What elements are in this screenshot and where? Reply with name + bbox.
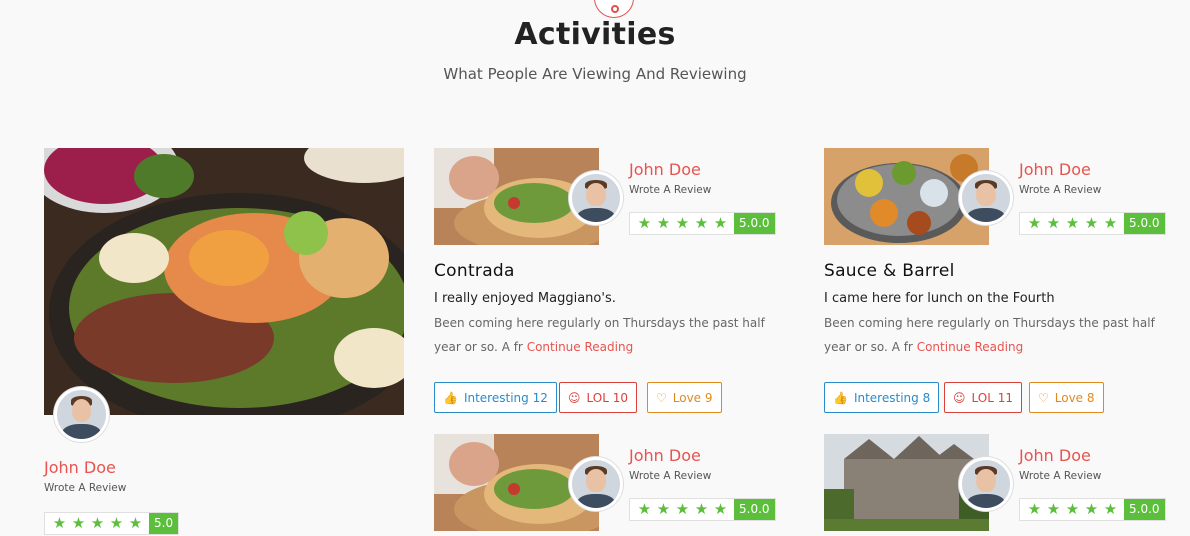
lol-label: LOL 11: [971, 390, 1013, 405]
star-icon: ★: [1084, 214, 1099, 232]
card-quote: I came here for lunch on the Fourth: [824, 291, 1055, 306]
star-icon: ★: [1103, 500, 1118, 518]
card-title[interactable]: Contrada: [434, 261, 515, 281]
star-icon: ★: [1065, 214, 1080, 232]
card-user-name[interactable]: John Doe: [1019, 160, 1091, 179]
star-icon: ★: [675, 214, 690, 232]
heart-icon: ♡: [1038, 390, 1049, 405]
featured-action-text: Wrote A Review: [44, 482, 127, 494]
star-icon: ★: [713, 214, 728, 232]
card-action-text: Wrote A Review: [1019, 184, 1102, 196]
love-label: Love 8: [1054, 390, 1095, 405]
interesting-button[interactable]: 👍 Interesting 12: [434, 382, 557, 413]
lol-label: LOL 10: [586, 390, 628, 405]
card-excerpt: Been coming here regularly on Thursdays …: [824, 311, 1184, 359]
card-action-text: Wrote A Review: [1019, 470, 1102, 482]
rating-score: 5.0.0: [1124, 213, 1165, 234]
star-icon: ★: [675, 500, 690, 518]
card-title[interactable]: Sauce & Barrel: [824, 261, 955, 281]
star-icon: ★: [656, 214, 671, 232]
star-icon: ★: [694, 214, 709, 232]
lol-button[interactable]: ☺ LOL 10: [559, 382, 637, 413]
star-icon: ★: [713, 500, 728, 518]
smiley-icon: ☺: [953, 390, 966, 405]
star-icon: ★: [1027, 500, 1042, 518]
star-icon: ★: [128, 514, 143, 532]
love-button[interactable]: ♡ Love 8: [1029, 382, 1104, 413]
featured-rating: ★ ★ ★ ★ ★ 5.0: [44, 512, 180, 535]
rating-score: 5.0.0: [734, 499, 775, 520]
star-icon: ★: [1046, 214, 1061, 232]
card-quote: I really enjoyed Maggiano's.: [434, 291, 616, 306]
card-user-name[interactable]: John Doe: [629, 160, 701, 179]
card-action-text: Wrote A Review: [629, 184, 712, 196]
interesting-label: Interesting 8: [853, 390, 931, 405]
rating-score: 5.0.0: [734, 213, 775, 234]
rating-stars: ★ ★ ★ ★ ★: [630, 216, 734, 231]
continue-reading-link[interactable]: Continue Reading: [917, 340, 1023, 354]
star-icon: ★: [694, 500, 709, 518]
star-icon: ★: [1084, 500, 1099, 518]
star-icon: ★: [90, 514, 105, 532]
featured-user-avatar[interactable]: [54, 387, 109, 442]
continue-reading-link[interactable]: Continue Reading: [527, 340, 633, 354]
card-rating: ★ ★ ★ ★ ★ 5.0.0: [629, 212, 776, 235]
card-rating: ★ ★ ★ ★ ★ 5.0.0: [1019, 498, 1166, 521]
featured-food-image[interactable]: [44, 148, 404, 415]
card-rating: ★ ★ ★ ★ ★ 5.0.0: [1019, 212, 1166, 235]
card-user-avatar[interactable]: [569, 457, 623, 511]
section-title: Activities: [514, 17, 676, 52]
card-user-name[interactable]: John Doe: [1019, 446, 1091, 465]
section-subtitle: What People Are Viewing And Reviewing: [443, 65, 747, 83]
featured-user-name[interactable]: John Doe: [44, 458, 116, 477]
interesting-label: Interesting 12: [463, 390, 548, 405]
rating-stars: ★ ★ ★ ★ ★: [1020, 216, 1124, 231]
star-icon: ★: [637, 500, 652, 518]
rating-stars: ★ ★ ★ ★ ★: [1020, 502, 1124, 517]
lol-button[interactable]: ☺ LOL 11: [944, 382, 1022, 413]
card-rating: ★ ★ ★ ★ ★ 5.0.0: [629, 498, 776, 521]
card-user-name[interactable]: John Doe: [629, 446, 701, 465]
card-user-avatar[interactable]: [959, 171, 1013, 225]
star-icon: ★: [637, 214, 652, 232]
star-icon: ★: [1027, 214, 1042, 232]
love-button[interactable]: ♡ Love 9: [647, 382, 722, 413]
card-user-avatar[interactable]: [959, 457, 1013, 511]
star-icon: ★: [1103, 214, 1118, 232]
card-user-avatar[interactable]: [569, 171, 623, 225]
star-icon: ★: [52, 514, 67, 532]
interesting-button[interactable]: 👍 Interesting 8: [824, 382, 940, 413]
card-excerpt: Been coming here regularly on Thursdays …: [434, 311, 794, 359]
heart-icon: ♡: [656, 390, 667, 405]
love-label: Love 9: [672, 390, 713, 405]
section-badge-icon: [594, 0, 634, 18]
rating-score: 5.0: [149, 513, 179, 534]
star-icon: ★: [109, 514, 124, 532]
rating-stars: ★ ★ ★ ★ ★: [45, 516, 149, 531]
rating-score: 5.0.0: [1124, 499, 1165, 520]
star-icon: ★: [1046, 500, 1061, 518]
thumbs-up-icon: 👍: [443, 390, 458, 405]
star-icon: ★: [1065, 500, 1080, 518]
card-action-text: Wrote A Review: [629, 470, 712, 482]
smiley-icon: ☺: [568, 390, 581, 405]
thumbs-up-icon: 👍: [833, 390, 848, 405]
star-icon: ★: [656, 500, 671, 518]
star-icon: ★: [71, 514, 86, 532]
rating-stars: ★ ★ ★ ★ ★: [630, 502, 734, 517]
